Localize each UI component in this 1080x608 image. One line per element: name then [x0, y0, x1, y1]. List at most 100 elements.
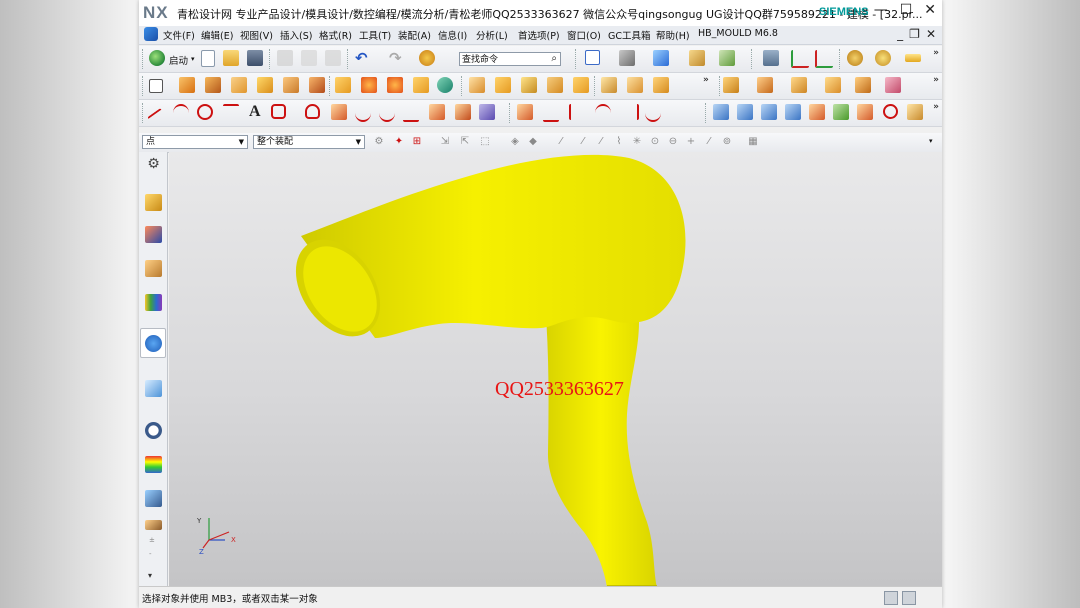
pocket-icon[interactable]: [283, 77, 299, 93]
menu-insert[interactable]: 插入(S): [280, 28, 312, 42]
history-clock-icon[interactable]: [145, 422, 162, 439]
studio-surface-icon[interactable]: [761, 104, 777, 120]
chamfer-icon[interactable]: [387, 77, 403, 93]
snap-endpoint-icon[interactable]: ⁄: [555, 136, 567, 148]
paste-icon[interactable]: [325, 50, 341, 66]
tools-icon[interactable]: [875, 50, 891, 66]
doc-restore-button[interactable]: ❐: [909, 27, 920, 41]
status-list-icon[interactable]: [902, 591, 916, 605]
point-icon[interactable]: [197, 104, 213, 120]
revolve-icon[interactable]: [205, 77, 221, 93]
analysis-icon[interactable]: [847, 50, 863, 66]
bounded-plane-icon[interactable]: [833, 104, 849, 120]
sync-offset-icon[interactable]: [855, 77, 871, 93]
menu-format[interactable]: 格式(R): [319, 28, 352, 42]
hole-icon[interactable]: [231, 77, 247, 93]
reset-filter-icon[interactable]: ⚙: [373, 136, 385, 148]
scroll-down-icon[interactable]: ▾: [148, 571, 152, 580]
select-all-icon[interactable]: ⇲: [439, 136, 451, 148]
maximize-button[interactable]: ☐: [900, 2, 913, 18]
hair-dryer-model[interactable]: Y X Z: [169, 152, 942, 586]
start-dropdown-icon[interactable]: ▾: [191, 55, 195, 63]
snap-control-point-icon[interactable]: ⁄: [595, 136, 607, 148]
menu-view[interactable]: 视图(V): [240, 28, 273, 42]
n-sided-surface-icon[interactable]: [809, 104, 825, 120]
layer-settings-icon[interactable]: [763, 50, 779, 66]
graphics-window[interactable]: Y X Z QQ2533363627: [169, 152, 942, 586]
select-feature-icon[interactable]: ⊞: [411, 136, 423, 148]
menu-preferences[interactable]: 首选项(P): [518, 28, 560, 42]
sew-icon[interactable]: [857, 104, 873, 120]
pattern-feature-icon[interactable]: [413, 77, 429, 93]
measure-distance-icon[interactable]: [905, 54, 921, 62]
snap-point-icon[interactable]: ✦: [393, 136, 405, 148]
draft-icon[interactable]: [547, 77, 563, 93]
snap-tangent-icon[interactable]: ⊙: [649, 136, 661, 148]
select-face-icon[interactable]: ◆: [527, 136, 539, 148]
snap-existing-point-icon[interactable]: +: [685, 136, 697, 148]
copy-icon[interactable]: [301, 50, 317, 66]
divide-curve-icon[interactable]: [569, 104, 587, 120]
menu-help[interactable]: 帮助(H): [656, 28, 690, 42]
hd3d-tools-tab[interactable]: [140, 328, 166, 358]
bridge-curve-icon[interactable]: [379, 104, 395, 122]
line-icon[interactable]: [147, 108, 171, 132]
command-finder-input[interactable]: 查找命令 ⌕: [459, 52, 561, 66]
edit-curve-icon[interactable]: [543, 104, 559, 122]
snap-midpoint-icon[interactable]: ⁄: [577, 136, 589, 148]
manufacturing-wizard-icon[interactable]: [145, 520, 162, 530]
trim-body-icon[interactable]: [469, 77, 485, 93]
process-studio-icon[interactable]: [145, 490, 162, 507]
pad-icon[interactable]: [309, 77, 325, 93]
doc-minimize-button[interactable]: _: [897, 27, 903, 41]
sketch-icon[interactable]: [149, 79, 163, 93]
app-menu-icon[interactable]: [144, 27, 158, 41]
menu-gc-toolbox[interactable]: GC工具箱: [608, 28, 651, 42]
snap-on-curve-icon[interactable]: ⁄: [703, 136, 715, 148]
edit-section-icon[interactable]: [689, 50, 705, 66]
offset-face-icon[interactable]: [521, 77, 537, 93]
datum-plane-icon[interactable]: [437, 77, 453, 93]
dryer-handle[interactable]: [545, 302, 657, 586]
sync-replace-face-icon[interactable]: [757, 77, 773, 93]
swept-icon[interactable]: [785, 104, 801, 120]
new-file-icon[interactable]: [201, 50, 215, 67]
assembly-navigator-icon[interactable]: [145, 194, 162, 211]
part-navigator-icon[interactable]: [145, 260, 162, 277]
save-icon[interactable]: [247, 50, 263, 66]
edge-blend-icon[interactable]: [361, 77, 377, 93]
snap-arc-center-icon[interactable]: ✳: [631, 136, 643, 148]
system-materials-icon[interactable]: [145, 456, 162, 473]
sync-overflow-icon[interactable]: »: [933, 75, 939, 85]
doc-close-button[interactable]: ✕: [926, 27, 936, 41]
menu-tools[interactable]: 工具(T): [359, 28, 391, 42]
sync-move-face-icon[interactable]: [723, 77, 739, 93]
undo-icon[interactable]: ↶: [355, 50, 371, 66]
cut-icon[interactable]: [277, 50, 293, 66]
intersect-curve-icon[interactable]: [429, 104, 445, 120]
trim-sheet-icon[interactable]: [883, 104, 898, 119]
unite-icon[interactable]: [335, 77, 351, 93]
shell-icon[interactable]: [573, 77, 589, 93]
search-icon[interactable]: ⌕: [551, 52, 557, 66]
minimize-button[interactable]: —: [874, 2, 888, 18]
toolbar-overflow-icon[interactable]: »: [933, 48, 939, 58]
arc-icon[interactable]: [173, 104, 189, 122]
redo-icon[interactable]: ↷: [389, 50, 405, 66]
web-browser-icon[interactable]: [145, 380, 162, 397]
snap-bounding-box-icon[interactable]: ▦: [747, 136, 759, 148]
wcs-display-icon[interactable]: [791, 50, 809, 68]
start-icon[interactable]: [149, 50, 165, 66]
sync-resize-icon[interactable]: [825, 77, 841, 93]
project-curve-icon[interactable]: [403, 104, 419, 122]
menu-edit[interactable]: 编辑(E): [201, 28, 233, 42]
through-curve-mesh-icon[interactable]: [737, 104, 753, 120]
select-body-icon[interactable]: ◈: [509, 136, 521, 148]
snap-intersection-icon[interactable]: ⌇: [613, 136, 625, 148]
mirror-feature-icon[interactable]: [653, 77, 669, 93]
menu-window[interactable]: 窗口(O): [567, 28, 601, 42]
fullscreen-icon[interactable]: [884, 591, 898, 605]
reuse-library-icon[interactable]: [145, 294, 162, 311]
thicken-icon[interactable]: [601, 77, 617, 93]
render-style-icon[interactable]: [619, 50, 635, 66]
